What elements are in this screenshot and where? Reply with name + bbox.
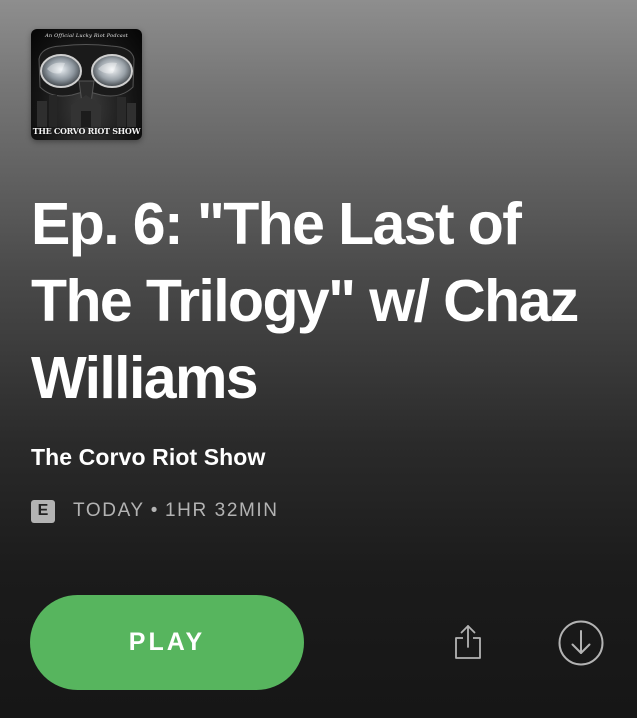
episode-meta: E TODAY • 1HR 32MIN — [31, 498, 279, 524]
gas-mask-artwork — [37, 44, 136, 127]
cover-title: THE CORVO RIOT SHOW — [32, 126, 141, 136]
podcast-cover-art: An Official Lucky Riot Podcast THE CORVO… — [31, 29, 142, 140]
episode-title: Ep. 6: "The Last of The Trilogy" w/ Chaz… — [31, 191, 579, 411]
share-button[interactable] — [448, 620, 488, 664]
release-date: TODAY — [73, 500, 145, 521]
meta-separator: • — [150, 500, 159, 521]
episode-duration: 1HR 32MIN — [164, 500, 279, 521]
show-name-link[interactable]: The Corvo Riot Show — [31, 444, 265, 471]
download-icon — [558, 620, 604, 666]
explicit-badge: E — [31, 499, 55, 523]
cover-tagline: An Official Lucky Riot Podcast — [45, 33, 128, 39]
episode-meta-text: TODAY • 1HR 32MIN — [73, 500, 279, 522]
share-icon — [455, 625, 481, 659]
download-button[interactable] — [557, 619, 605, 667]
play-button[interactable]: PLAY — [30, 595, 304, 690]
